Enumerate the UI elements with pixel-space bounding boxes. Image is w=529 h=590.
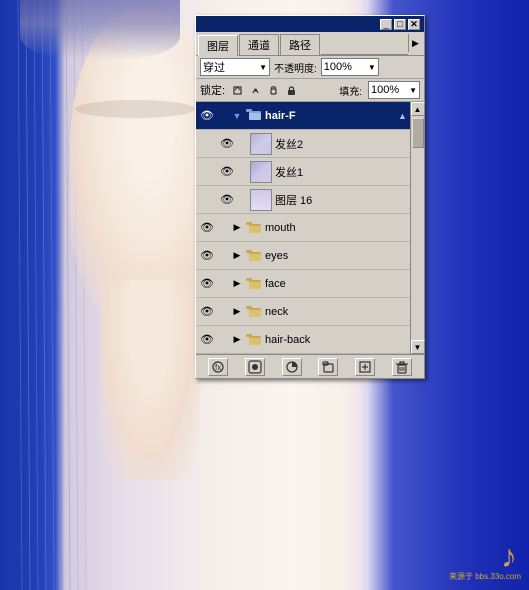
layer-item-face[interactable]: 👁 ▶ face [196, 270, 410, 298]
lock-paint-btn[interactable] [247, 82, 263, 98]
layer-name-fassi1: 发丝1 [275, 164, 408, 180]
layer-item-neck[interactable]: 👁 ▶ neck [196, 298, 410, 326]
layer-item-layer16[interactable]: 👁 图层 16 [196, 186, 410, 214]
eye-area [75, 100, 195, 118]
lock-fill-row: 锁定: 填充: 100% ▼ [196, 79, 424, 102]
opacity-label: 不透明度: [274, 60, 317, 75]
delete-layer-button[interactable] [392, 358, 412, 376]
visibility-hair-f[interactable]: 👁 [198, 107, 216, 125]
visibility-neck[interactable]: 👁 [198, 303, 216, 321]
folder-icon-mouth [244, 221, 262, 235]
link-layer16 [236, 191, 250, 209]
layers-scroll-area: 👁 ▼ hair-F ▲ 👁 [196, 102, 424, 354]
svg-text:fx: fx [215, 363, 221, 372]
link-neck [216, 303, 230, 321]
layer-item-eyes[interactable]: 👁 ▶ eyes [196, 242, 410, 270]
neck-area [100, 280, 200, 480]
layer-name-hair-back: hair-back [265, 334, 408, 346]
opacity-select[interactable]: 100% ▼ [321, 58, 379, 76]
visibility-eyes[interactable]: 👁 [198, 247, 216, 265]
titlebar-controls: _ □ ✕ [380, 19, 420, 30]
scroll-thumb[interactable] [412, 118, 424, 148]
expand-face[interactable]: ▶ [230, 275, 244, 293]
folder-icon-eyes [244, 249, 262, 263]
layers-list: 👁 ▼ hair-F ▲ 👁 [196, 102, 410, 354]
folder-icon-face [244, 277, 262, 291]
folder-icon-neck [244, 305, 262, 319]
layer-item-hair-f[interactable]: 👁 ▼ hair-F ▲ [196, 102, 410, 130]
panel-tabs: 图层 通道 路径 ▶ [196, 32, 424, 56]
scroll-down-button[interactable]: ▼ [411, 340, 425, 354]
expand-neck[interactable]: ▶ [230, 303, 244, 321]
maximize-button[interactable]: □ [394, 19, 406, 30]
expand-mouth[interactable]: ▶ [230, 219, 244, 237]
lock-icons-group [229, 82, 299, 98]
blend-mode-select[interactable]: 穿过 ▼ [200, 58, 270, 76]
link-fassi1 [236, 163, 250, 181]
visibility-face[interactable]: 👁 [198, 275, 216, 293]
link-mouth [216, 219, 230, 237]
expand-eyes[interactable]: ▶ [230, 247, 244, 265]
lock-transparent-btn[interactable] [229, 82, 245, 98]
layer-name-mouth: mouth [265, 222, 408, 234]
link-fassi2 [236, 135, 250, 153]
folder-icon-hair-f [244, 108, 262, 124]
link-face [216, 275, 230, 293]
layer-name-fassi2: 发丝2 [275, 136, 408, 152]
layer-name-layer16: 图层 16 [275, 192, 408, 208]
link-eyes [216, 247, 230, 265]
link-hair-back [216, 331, 230, 349]
minimize-button[interactable]: _ [380, 19, 392, 30]
link-hair-f [216, 107, 230, 125]
fill-label: 填充: [339, 83, 362, 98]
visibility-mouth[interactable]: 👁 [198, 219, 216, 237]
new-layer-button[interactable] [355, 358, 375, 376]
new-mask-button[interactable] [245, 358, 265, 376]
layers-panel: _ □ ✕ 图层 通道 路径 ▶ 穿过 ▼ 不透明度: 100% ▼ 锁定: [195, 15, 425, 379]
panel-titlebar: _ □ ✕ [196, 16, 424, 32]
mode-opacity-row: 穿过 ▼ 不透明度: 100% ▼ [196, 56, 424, 79]
new-group-button[interactable] [318, 358, 338, 376]
fill-arrow: ▼ [409, 86, 417, 95]
layer-item-mouth[interactable]: 👁 ▶ mouth [196, 214, 410, 242]
lock-label: 锁定: [200, 82, 225, 98]
tab-layers[interactable]: 图层 [198, 35, 238, 56]
layer-item-fassi1[interactable]: 👁 发丝1 [196, 158, 410, 186]
lock-all-btn[interactable] [283, 82, 299, 98]
visibility-hair-back[interactable]: 👁 [198, 331, 216, 349]
lock-position-btn[interactable] [265, 82, 281, 98]
tab-channels[interactable]: 通道 [239, 34, 279, 55]
visibility-fassi2[interactable]: 👁 [218, 135, 236, 153]
scroll-up-button[interactable]: ▲ [411, 102, 425, 116]
thumb-fassi2 [250, 133, 272, 155]
opacity-arrow: ▼ [368, 63, 376, 72]
layer-item-hair-back[interactable]: 👁 ▶ hair-back [196, 326, 410, 354]
layer-name-face: face [265, 278, 408, 290]
tab-paths[interactable]: 路径 [280, 34, 320, 55]
expand-hair-f[interactable]: ▼ [230, 107, 244, 125]
fill-select[interactable]: 100% ▼ [368, 81, 420, 99]
expand-hair-back[interactable]: ▶ [230, 331, 244, 349]
tab-spacer [321, 34, 408, 55]
scroll-indicator: ▲ [398, 111, 408, 121]
thumb-layer16 [250, 189, 272, 211]
layer-style-button[interactable]: fx [208, 358, 228, 376]
mode-arrow: ▼ [259, 63, 267, 72]
layer-item-fassi2[interactable]: 👁 发丝2 [196, 130, 410, 158]
watermark-symbol: ♪ [501, 538, 517, 575]
folder-icon-hair-back [244, 333, 262, 347]
layer-name-eyes: eyes [265, 250, 408, 262]
thumb-fassi1 [250, 161, 272, 183]
visibility-fassi1[interactable]: 👁 [218, 163, 236, 181]
hair-top [20, 0, 180, 60]
new-adjustment-button[interactable] [282, 358, 302, 376]
panel-scrollbar: ▲ ▼ [410, 102, 424, 354]
visibility-layer16[interactable]: 👁 [218, 191, 236, 209]
watermark-text: 来源于 bbs.33o.com [449, 571, 521, 582]
layer-name-neck: neck [265, 306, 408, 318]
panel-menu-button[interactable]: ▶ [408, 34, 422, 52]
panel-toolbar: fx [196, 354, 424, 378]
close-button[interactable]: ✕ [408, 19, 420, 30]
layer-name-hair-f: hair-F [265, 110, 398, 122]
